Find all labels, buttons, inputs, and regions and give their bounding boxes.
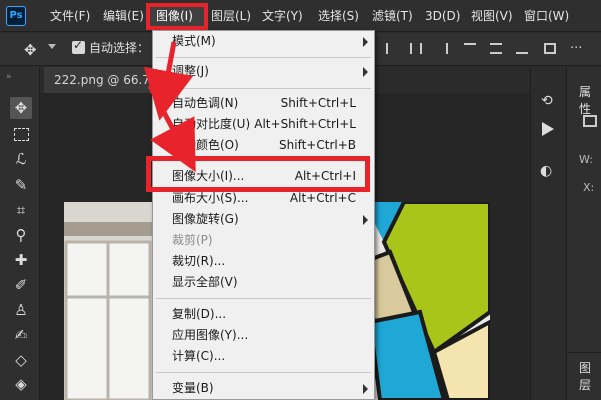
annotation-arrows: [143, 41, 196, 173]
annotation-arrow-1: [143, 41, 194, 121]
annotation-arrow-2: [147, 84, 196, 173]
